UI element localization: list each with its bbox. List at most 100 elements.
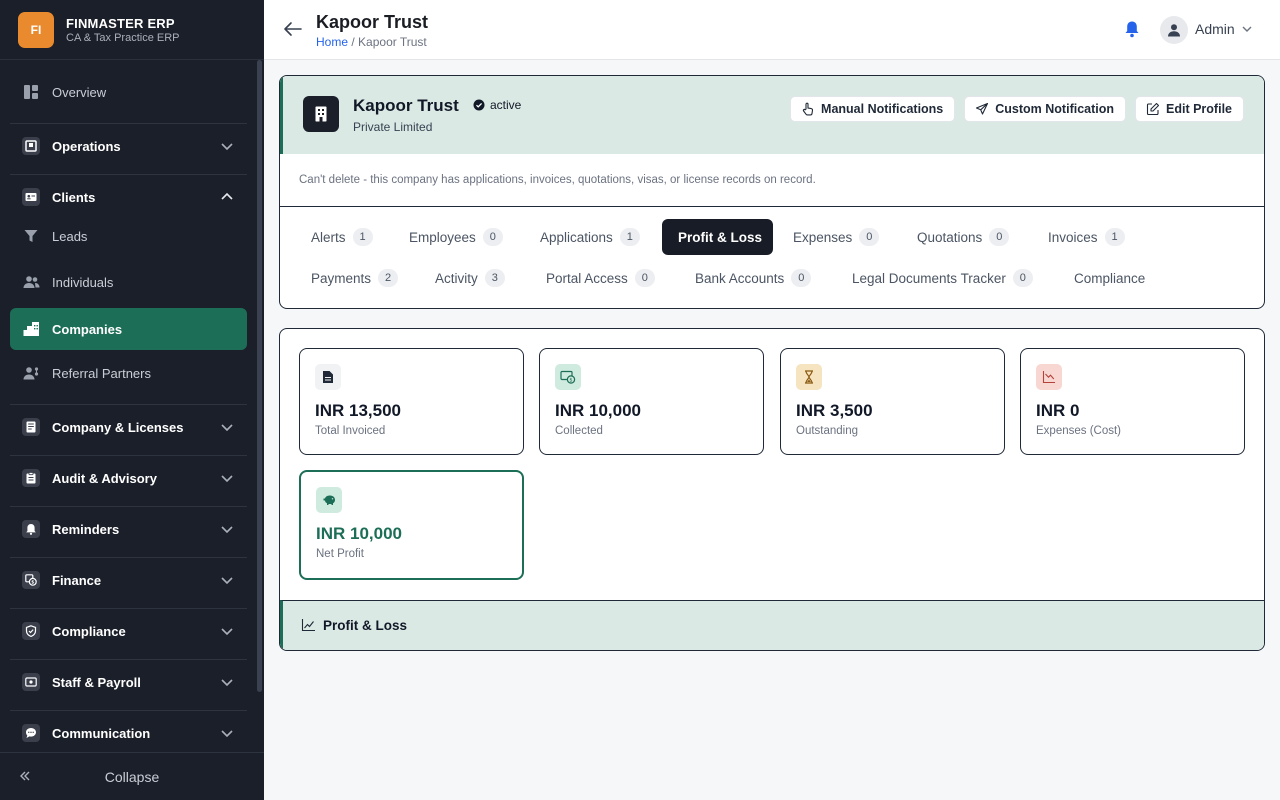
stat-value: INR 13,500 [315,401,401,420]
status-text: active [490,98,522,112]
sidebar-item-finance[interactable]: $ Finance [10,560,247,600]
tab-count-badge: 1 [619,228,640,246]
bell-icon [22,520,40,538]
svg-text:$: $ [569,377,572,383]
sidebar-item-label: Company & Licenses [52,419,184,435]
sidebar-item-operations[interactable]: Operations [10,126,247,166]
sidebar-item-reminders[interactable]: Reminders [10,509,247,549]
stat-label: Expenses (Cost) [1036,425,1122,437]
hourglass-icon [796,364,822,390]
piggy-bank-icon [316,487,342,513]
collapse-button[interactable]: Collapse [0,752,264,800]
sidebar-item-label: Companies [52,321,123,337]
tab-label: Legal Documents Tracker [852,270,1006,286]
user-name[interactable]: Admin [1195,21,1235,37]
hand-pointer-icon [802,102,814,116]
user-share-icon [22,364,40,382]
chevron-down-icon[interactable] [1240,22,1254,36]
manual-notifications-button[interactable]: Manual Notifications [790,96,956,122]
sidebar-item-communication[interactable]: Communication [10,713,247,752]
tab-count-badge: 1 [352,228,373,246]
stat-value: INR 10,000 [555,401,641,420]
divider [10,174,247,175]
status-badge: active [473,98,521,112]
tab-label: Expenses [793,229,853,245]
sidebar-item-individuals[interactable]: Individuals [10,262,247,302]
sidebar-item-clients[interactable]: Clients [10,177,247,217]
sidebar-item-label: Staff & Payroll [52,674,141,690]
edit-icon [1146,102,1160,116]
tab-portal-access[interactable]: Portal Access 0 [530,260,671,296]
tab-label: Quotations [917,229,983,245]
tab-label: Employees [409,229,476,245]
chevron-down-icon [221,143,233,151]
tab-payments[interactable]: Payments 2 [295,260,414,296]
tab-label: Compliance [1074,270,1146,286]
profit-loss-section-header[interactable]: Profit & Loss [280,600,1264,650]
tab-invoices[interactable]: Invoices 1 [1032,219,1141,255]
sidebar-item-company-licenses[interactable]: Company & Licenses [10,407,247,447]
custom-notification-button[interactable]: Custom Notification [964,96,1127,122]
sidebar-item-overview[interactable]: Overview [10,72,247,112]
finance-icon: $ [22,571,40,589]
stat-card-net-profit: INR 10,000 Net Profit [299,470,524,580]
tab-label: Payments [311,270,372,286]
cash-icon: $ [555,364,581,390]
tab-applications[interactable]: Applications 1 [524,219,656,255]
back-arrow-icon[interactable] [282,18,304,40]
sidebar-item-label: Clients [52,189,96,205]
sidebar-item-compliance[interactable]: Compliance [10,611,247,651]
tab-legal-documents-tracker[interactable]: Legal Documents Tracker 0 [836,260,1049,296]
sidebar-item-label: Finance [52,572,102,588]
tab-quotations[interactable]: Quotations 0 [901,219,1025,255]
sidebar-item-label: Compliance [52,623,126,639]
stat-label: Total Invoiced [315,425,386,437]
tab-alerts[interactable]: Alerts 1 [295,219,389,255]
tab-compliance[interactable]: Compliance [1058,260,1161,296]
sidebar-item-referral-partners[interactable]: Referral Partners [10,353,247,393]
sidebar-item-label: Overview [52,84,107,100]
breadcrumb: Home / Kapoor Trust [316,35,427,49]
trend-up-icon [301,619,315,632]
custom-notification-label: Custom Notification [995,102,1115,116]
notification-bell-icon[interactable] [1124,20,1140,38]
tab-activity[interactable]: Activity 3 [419,260,521,296]
tab-label: Alerts [311,229,346,245]
divider [10,123,247,124]
tab-bank-accounts[interactable]: Bank Accounts 0 [679,260,827,296]
stat-label: Outstanding [796,425,859,437]
tab-profit-loss[interactable]: Profit & Loss [662,219,773,255]
sidebar-item-companies[interactable]: Companies [10,308,247,350]
chevron-up-icon [221,192,233,200]
tab-count-badge: 0 [859,228,880,246]
users-icon [22,273,40,291]
sidebar-item-staff-payroll[interactable]: Staff & Payroll [10,662,247,702]
delete-notice: Can't delete - this company has applicat… [299,174,816,186]
clipboard-icon [22,469,40,487]
profile-header: Kapoor Trust active Private Limited Manu… [280,76,1264,154]
wallet-icon [22,673,40,691]
sidebar-item-label: Individuals [52,274,114,290]
stat-card-total-invoiced: INR 13,500 Total Invoiced [299,348,524,455]
collapse-label: Collapse [104,768,160,785]
tab-employees[interactable]: Employees 0 [393,219,519,255]
page-title: Kapoor Trust [316,12,429,32]
sidebar-scrollbar[interactable] [257,60,262,692]
double-chevron-left-icon [20,771,30,781]
chevron-down-icon [221,526,233,534]
tab-count-badge: 3 [484,269,505,287]
profile-actions: Manual Notifications Custom Notification… [790,96,1244,122]
buildings-icon [22,320,40,338]
sidebar-item-leads[interactable]: Leads [10,216,247,256]
brand[interactable]: FI FINMASTER ERP CA & Tax Practice ERP [0,0,264,60]
sidebar-item-audit-advisory[interactable]: Audit & Advisory [10,458,247,498]
avatar[interactable] [1160,16,1188,44]
edit-profile-button[interactable]: Edit Profile [1135,96,1244,122]
manual-notifications-label: Manual Notifications [821,102,944,116]
stat-label: Net Profit [316,548,364,560]
user-icon [1168,24,1180,37]
building-icon [303,96,339,132]
breadcrumb-home-link[interactable]: Home [316,35,348,49]
tab-label: Portal Access [546,270,628,286]
tab-expenses[interactable]: Expenses 0 [777,219,895,255]
